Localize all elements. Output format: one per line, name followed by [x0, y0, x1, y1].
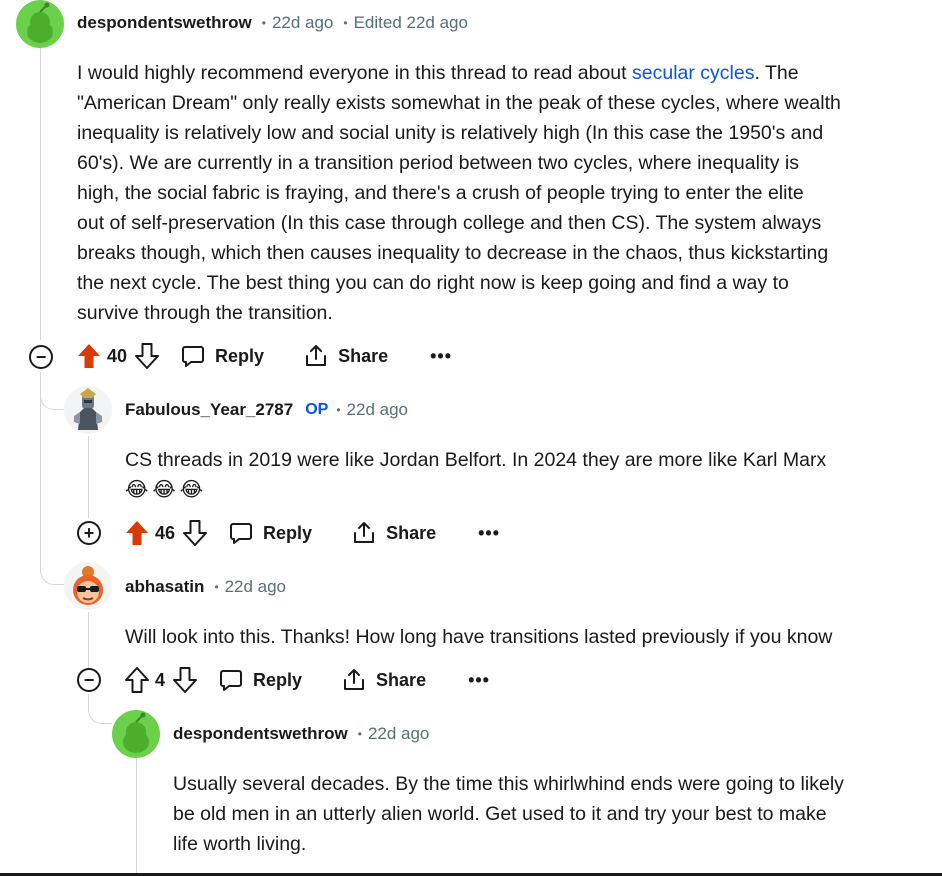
share-button[interactable]: Share — [304, 344, 388, 368]
timestamp[interactable]: 22d ago — [272, 13, 333, 33]
share-icon — [306, 345, 327, 366]
collapse-icon[interactable]: − — [77, 668, 101, 692]
thread-connector-abhasatin — [40, 555, 64, 585]
more-icon[interactable]: ••• — [430, 346, 452, 367]
body-line: be old men in an utterly alien world. Ge… — [173, 803, 827, 825]
body-line: breaks though, which then causes inequal… — [77, 242, 829, 264]
username[interactable]: despondentswethrow — [77, 13, 252, 33]
downvote-icon[interactable] — [173, 667, 198, 693]
share-label: Share — [386, 522, 437, 543]
body-line: Will look into this. Thanks! How long ha… — [125, 626, 833, 648]
separator-dot: • — [214, 580, 219, 594]
comment-header: despondentswethrow • 22d ago • Edited 22… — [77, 11, 468, 35]
username[interactable]: despondentswethrow — [173, 724, 348, 744]
comment-body: CS threads in 2019 were like Jordan Belf… — [125, 445, 905, 475]
upvote-icon[interactable] — [77, 343, 101, 369]
sunglasses-avatar-icon — [73, 566, 103, 605]
share-label: Share — [376, 669, 427, 690]
more-icon[interactable]: ••• — [468, 670, 490, 691]
reply-button[interactable]: Reply — [229, 521, 312, 545]
expand-icon[interactable]: + — [77, 521, 101, 545]
body-line: life worth living. — [173, 833, 307, 855]
timestamp[interactable]: 22d ago — [225, 577, 286, 597]
reply-label: Reply — [253, 669, 303, 690]
body-line: the next cycle. The best thing you can d… — [77, 272, 789, 294]
avatar[interactable] — [16, 0, 64, 48]
comment-body: I would highly recommend everyone in thi… — [77, 58, 907, 328]
downvote-icon[interactable] — [135, 343, 160, 369]
body-text: I would highly recommend everyone in thi… — [77, 62, 632, 84]
reply-button[interactable]: Reply — [219, 668, 302, 692]
avatar[interactable] — [64, 562, 112, 610]
vote-count: 4 — [155, 669, 166, 690]
timestamp[interactable]: 22d ago — [347, 400, 408, 420]
avatar[interactable] — [112, 710, 160, 758]
action-bar: 46 Reply Share ••• — [125, 518, 500, 548]
reply-label: Reply — [263, 522, 313, 543]
action-bar: 4 Reply Share ••• — [125, 665, 490, 695]
thread-connector-reply — [88, 694, 112, 724]
upvote-icon[interactable] — [125, 667, 149, 693]
body-line: CS threads in 2019 were like Jordan Belf… — [125, 449, 827, 471]
body-text: . The — [754, 62, 799, 84]
edited-label: Edited 22d ago — [353, 13, 468, 32]
comment-icon — [230, 523, 253, 544]
more-icon[interactable]: ••• — [478, 523, 500, 544]
body-line: Usually several decades. By the time thi… — [173, 773, 844, 795]
reply-button[interactable]: Reply — [181, 344, 264, 368]
body-line: "American Dream" only really exists some… — [77, 92, 841, 114]
snoo-avatar-icon — [27, 2, 53, 43]
secular-cycles-link[interactable]: secular cycles — [632, 62, 754, 84]
robot-avatar-icon — [74, 388, 102, 430]
comment-header: Fabulous_Year_2787 OP • 22d ago — [125, 398, 408, 422]
comment-header: despondentswethrow • 22d ago — [173, 722, 429, 746]
thread-line-reply[interactable] — [136, 758, 137, 876]
body-line: high, the social fabric is fraying, and … — [77, 182, 804, 204]
thread-line-fabulous[interactable] — [88, 436, 89, 518]
comment-icon — [182, 346, 205, 367]
comment-body: Will look into this. Thanks! How long ha… — [125, 622, 925, 652]
collapse-icon[interactable]: − — [29, 345, 53, 369]
separator-dot: • — [261, 16, 266, 30]
comment-header: abhasatin • 22d ago — [125, 575, 286, 599]
share-button[interactable]: Share — [352, 521, 436, 545]
comment-icon — [220, 670, 243, 691]
timestamp[interactable]: 22d ago — [368, 724, 429, 744]
share-icon — [354, 522, 375, 543]
snoo-avatar-icon — [123, 712, 149, 753]
separator-dot: • — [343, 16, 348, 30]
thread-connector-fabulous — [40, 380, 64, 410]
vote-count: 46 — [155, 522, 176, 543]
thread-line-abhasatin[interactable] — [88, 612, 89, 668]
body-line: survive through the transition. — [77, 302, 333, 324]
body-line: 60's). We are currently in a transition … — [77, 152, 799, 174]
avatar[interactable] — [64, 386, 112, 434]
body-line: out of self-preservation (In this case t… — [77, 212, 822, 234]
share-icon — [344, 669, 365, 690]
username[interactable]: Fabulous_Year_2787 — [125, 400, 293, 420]
share-button[interactable]: Share — [342, 668, 426, 692]
downvote-icon[interactable] — [183, 520, 208, 546]
comment-body: Usually several decades. By the time thi… — [173, 769, 913, 859]
op-badge: OP — [305, 401, 329, 418]
username[interactable]: abhasatin — [125, 577, 204, 597]
body-line: inequality is relatively low and social … — [77, 122, 824, 144]
vote-count: 40 — [107, 345, 128, 366]
action-bar: 40 Reply Share ••• — [77, 341, 452, 371]
share-label: Share — [338, 345, 389, 366]
separator-dot: • — [357, 727, 362, 741]
upvote-icon[interactable] — [125, 520, 149, 546]
separator-dot: • — [336, 403, 341, 417]
reply-label: Reply — [215, 345, 265, 366]
thread-line-main[interactable] — [40, 48, 41, 340]
laughing-emoji-icons: 😂😂😂 — [125, 479, 208, 501]
